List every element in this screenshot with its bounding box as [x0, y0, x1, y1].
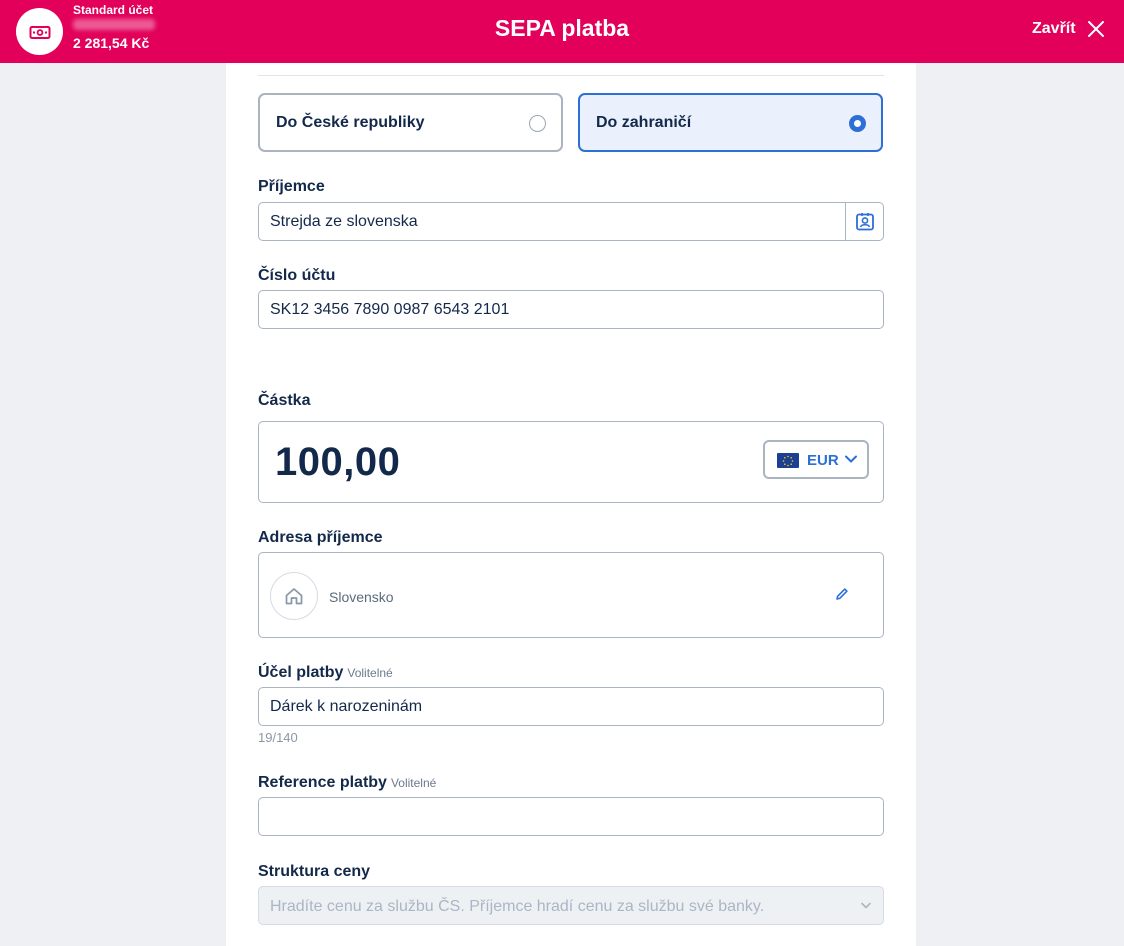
page-title: SEPA platba — [494, 15, 630, 41]
contact-card-icon — [855, 212, 874, 230]
recipient-input[interactable]: Strejda ze slovenska — [258, 202, 884, 241]
pencil-icon — [836, 588, 848, 600]
fee-structure-select[interactable]: Hradíte cenu za službu ČS. Příjemce hrad… — [258, 886, 884, 925]
edit-address-button[interactable] — [835, 587, 849, 606]
address-label: Adresa příjemce — [258, 529, 383, 546]
purpose-input[interactable]: Dárek k narozeninám — [258, 687, 884, 726]
reference-label: Reference platby Volitelné — [258, 774, 436, 792]
destination-abroad-label: Do zahraničí — [596, 114, 692, 131]
address-value: Slovensko — [329, 589, 394, 605]
chevron-down-icon — [845, 455, 857, 463]
purpose-char-counter: 19/140 — [258, 730, 298, 745]
account-number-input[interactable]: SK12 3456 7890 0987 6543 2101 — [258, 290, 884, 329]
close-button[interactable]: Zavřít — [1032, 16, 1104, 42]
fee-structure-label: Struktura ceny — [258, 863, 371, 880]
amount-value: 100,00 — [275, 440, 401, 484]
eu-flag-icon — [777, 453, 799, 468]
purpose-label-text: Účel platby — [258, 664, 344, 681]
destination-domestic-radio[interactable] — [529, 115, 546, 132]
purpose-label: Účel platby Volitelné — [258, 664, 393, 682]
destination-abroad-option[interactable]: Do zahraničí — [578, 93, 883, 152]
purpose-optional-hint: Volitelné — [347, 666, 393, 680]
destination-domestic-option[interactable]: Do České republiky — [258, 93, 563, 152]
house-icon — [270, 572, 318, 620]
destination-abroad-radio[interactable] — [849, 115, 866, 132]
close-icon — [1087, 21, 1104, 37]
amount-label: Částka — [258, 392, 311, 409]
close-label: Zavřít — [1032, 20, 1076, 37]
recipient-value: Strejda ze slovenska — [270, 213, 418, 230]
destination-domestic-label: Do České republiky — [276, 114, 425, 131]
amount-input[interactable]: 100,00 EUR — [258, 421, 884, 503]
recipient-label: Příjemce — [258, 178, 325, 195]
account-number-value: SK12 3456 7890 0987 6543 2101 — [270, 301, 510, 318]
reference-input[interactable] — [258, 797, 884, 836]
reference-optional-hint: Volitelné — [390, 776, 437, 790]
currency-code: EUR — [807, 452, 839, 469]
fee-structure-value: Hradíte cenu za službu ČS. Příjemce hrad… — [270, 898, 765, 915]
reference-label-text: Reference platby — [258, 774, 387, 791]
contact-picker-button[interactable] — [845, 203, 883, 240]
address-card[interactable]: Slovensko — [258, 552, 884, 638]
purpose-value: Dárek k narozeninám — [270, 698, 423, 715]
chevron-down-icon — [861, 902, 871, 909]
account-number-label: Číslo účtu — [258, 267, 336, 284]
currency-select[interactable]: EUR — [763, 440, 869, 479]
top-divider — [258, 75, 884, 76]
top-bar: Standard účet 2 281,54 Kč SEPA platba Za… — [0, 0, 1124, 63]
